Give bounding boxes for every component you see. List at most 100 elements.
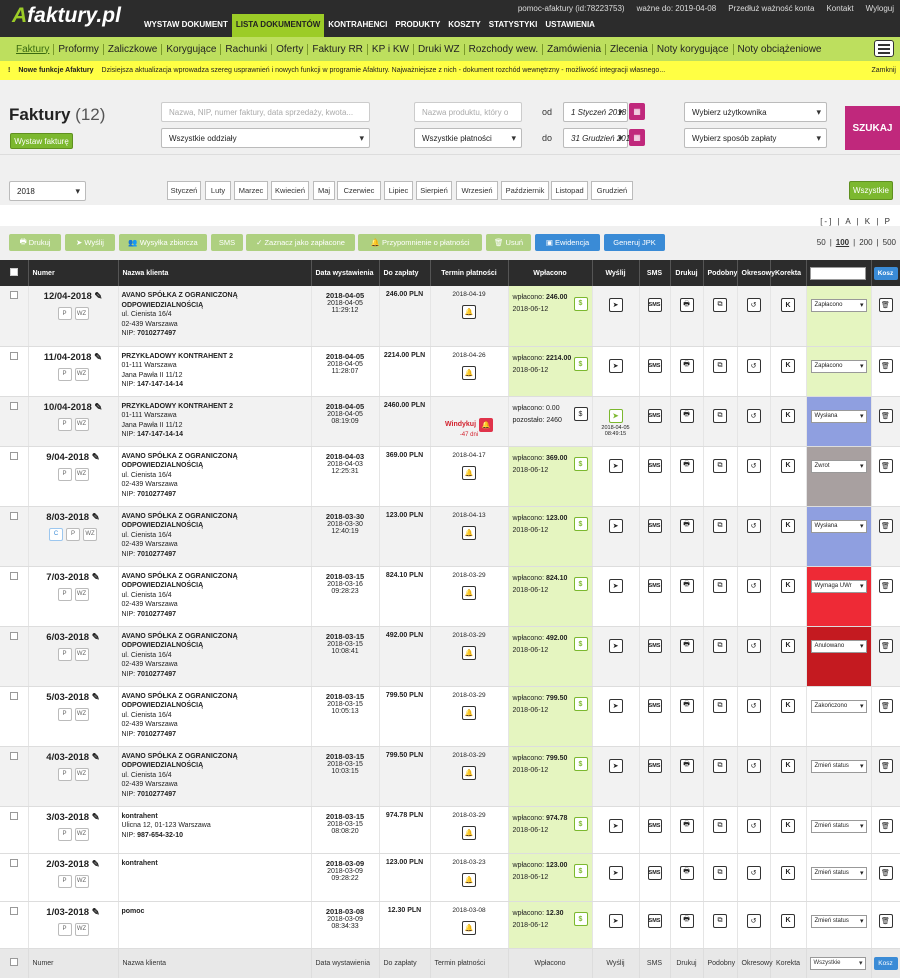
printer-icon[interactable]: 🖶 [679, 818, 694, 833]
dollar-icon[interactable]: $ [573, 517, 588, 531]
table-row[interactable]: 3/03-2018 ✎ P WZ kontrahent Ulicna 12, 01-12… [0, 806, 900, 854]
subnav-item[interactable]: Korygujące [162, 43, 222, 55]
col-number[interactable]: Numer [28, 260, 119, 286]
subnav-item[interactable]: Zamówienia [543, 43, 607, 55]
printer-icon[interactable]: 🖶 [679, 758, 694, 773]
history-icon[interactable]: ↺ [746, 758, 761, 773]
edit-icon[interactable]: ✎ [92, 452, 100, 463]
status-select[interactable]: Wysłana [810, 409, 867, 423]
edit-icon[interactable]: ✎ [94, 291, 102, 302]
bell-icon[interactable]: 🔔 [462, 920, 476, 935]
dollar-icon[interactable]: $ [573, 697, 588, 711]
printer-icon[interactable]: 🖶 [679, 578, 694, 593]
send-icon[interactable]: ➤ [608, 638, 623, 653]
copy-icon[interactable]: ⧉ [713, 638, 727, 653]
main-nav-item[interactable]: USTAWIENIA [541, 14, 599, 37]
table-row[interactable]: 6/03-2018 ✎ P WZ AVANO SPÓŁKA Z OGRANICZONĄ… [0, 626, 900, 687]
correction-icon[interactable]: K [781, 518, 795, 533]
client-name[interactable]: AVANO SPÓŁKA Z OGRANICZONĄ ODPOWIEDZIALN… [122, 291, 308, 310]
invoice-number[interactable]: 6/03-2018 [46, 632, 89, 643]
row-checkbox[interactable] [9, 751, 18, 760]
invoice-number[interactable]: 3/03-2018 [46, 812, 89, 823]
doc-tag-wz[interactable]: WZ [74, 922, 89, 936]
status-filter-select[interactable]: Wszystkie [809, 956, 866, 970]
row-checkbox[interactable] [9, 351, 18, 360]
table-row[interactable]: 1/03-2018 ✎ P WZ pomoc 2018-03-08 2018-03-09 0… [0, 901, 900, 949]
correction-icon[interactable]: K [781, 458, 795, 473]
client-name[interactable]: PRZYKŁADOWY KONTRAHENT 2 [122, 402, 308, 412]
date-to-input[interactable]: 31 Grudzień 2018 [563, 128, 635, 148]
cost-button[interactable]: Kosz [873, 266, 898, 280]
all-months-button[interactable]: Wszystkie [849, 181, 893, 200]
bell-icon[interactable]: 🔔 [462, 585, 476, 600]
invoice-number[interactable]: 10/04-2018 [44, 402, 92, 413]
month-filter-button[interactable]: Lipiec [384, 181, 413, 200]
row-checkbox[interactable] [9, 858, 18, 867]
register-button[interactable]: ▣ Ewidencja [535, 234, 600, 251]
edit-icon[interactable]: ✎ [92, 859, 100, 870]
status-select[interactable]: Zakończono [810, 699, 867, 713]
row-checkbox[interactable] [9, 811, 18, 820]
send-icon[interactable]: ➤ [608, 408, 623, 423]
send-icon[interactable]: ➤ [608, 518, 623, 533]
send-icon[interactable]: ➤ [608, 458, 623, 473]
table-row[interactable]: 11/04-2018 ✎ P WZ PRZYKŁADOWY KONTRAHENT 20… [0, 346, 900, 397]
printer-icon[interactable]: 🖶 [679, 408, 694, 423]
bell-icon[interactable]: 🔔 [462, 765, 476, 780]
trash-icon[interactable]: 🗑 [878, 518, 893, 533]
month-filter-button[interactable]: Styczeń [167, 181, 201, 200]
bell-icon[interactable]: 🔔 [462, 305, 476, 319]
history-icon[interactable]: ↺ [746, 408, 761, 423]
doc-tag-p[interactable]: P [57, 307, 72, 320]
row-checkbox[interactable] [9, 631, 18, 640]
trash-icon[interactable]: 🗑 [878, 458, 893, 473]
notice-close-link[interactable]: Zamknij [871, 67, 896, 74]
dollar-icon[interactable]: $ [573, 912, 588, 926]
send-icon[interactable]: ➤ [608, 818, 623, 833]
invoice-number[interactable]: 8/03-2018 [46, 512, 89, 523]
copy-icon[interactable]: ⧉ [713, 698, 727, 713]
col-client[interactable]: Nazwa klienta [118, 260, 312, 286]
table-row[interactable]: 5/03-2018 ✎ P WZ AVANO SPÓŁKA Z OGRANICZONĄ… [0, 686, 900, 747]
doc-tag-p[interactable]: P [57, 707, 72, 721]
edit-icon[interactable]: ✎ [92, 752, 100, 763]
status-select[interactable]: Zmień status [810, 866, 867, 880]
logout-link[interactable]: Wyloguj [866, 4, 894, 13]
extend-link[interactable]: Przedłuż ważność konta [728, 4, 814, 13]
trash-icon[interactable]: 🗑 [878, 358, 893, 373]
generate-jpk-button[interactable]: Generuj JPK [604, 234, 665, 251]
month-filter-button[interactable]: Sierpień [416, 181, 452, 200]
bell-icon[interactable]: 🔔 [462, 825, 476, 840]
subnav-item[interactable]: Druki WZ [414, 43, 465, 55]
sms-icon[interactable]: SMS [647, 865, 662, 880]
subnav-item[interactable]: Oferty [272, 43, 309, 55]
send-icon[interactable]: ➤ [608, 698, 623, 713]
doc-tag-wz[interactable]: WZ [74, 767, 89, 781]
date-from-input[interactable]: 1 Styczeń 2018 [563, 102, 628, 122]
page-size-100[interactable]: 100 [836, 238, 849, 247]
doc-tag-wz[interactable]: WZ [74, 874, 89, 888]
doc-tag-p[interactable]: P [57, 767, 72, 781]
correction-icon[interactable]: K [781, 758, 795, 773]
trash-icon[interactable]: 🗑 [878, 578, 893, 593]
edit-icon[interactable]: ✎ [94, 352, 102, 363]
send-icon[interactable]: ➤ [608, 358, 623, 373]
copy-icon[interactable]: ⧉ [713, 913, 727, 928]
month-filter-button[interactable]: Marzec [234, 181, 268, 200]
doc-tag-c[interactable]: C [49, 527, 63, 541]
printer-icon[interactable]: 🖶 [679, 913, 694, 928]
menu-icon[interactable] [874, 40, 894, 57]
doc-tag-wz[interactable]: WZ [74, 707, 89, 721]
subnav-item[interactable]: Proformy [54, 43, 104, 55]
subnav-item[interactable]: Faktury [12, 43, 55, 55]
subnav-item[interactable]: Faktury RR [308, 43, 368, 55]
main-nav-item[interactable]: KOSZTY [444, 14, 484, 37]
dollar-icon[interactable]: $ [573, 457, 588, 471]
status-filter-select[interactable]: Wszystkie [809, 266, 866, 280]
issue-invoice-button[interactable]: Wystaw fakturę [10, 133, 73, 149]
status-select[interactable]: Wysłana [810, 519, 867, 533]
invoice-number[interactable]: 9/04-2018 [46, 452, 89, 463]
delete-button[interactable]: 🗑 Usuń [486, 234, 531, 251]
status-select[interactable]: Zmień status [810, 914, 867, 928]
sms-button[interactable]: SMS [211, 234, 243, 251]
